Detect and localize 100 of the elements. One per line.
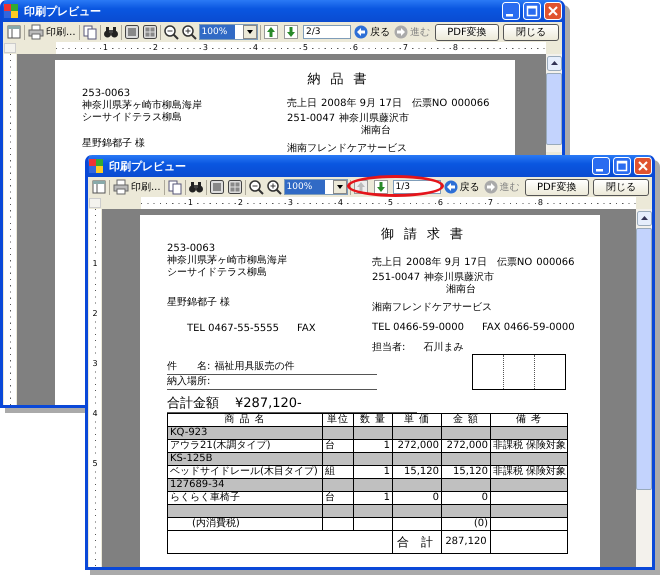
four-pages-icon[interactable] <box>226 179 243 195</box>
zoom-in-icon[interactable] <box>180 24 197 40</box>
address-line: 神奈川県茅ヶ崎市柳島海岸 <box>82 100 203 112</box>
page-setup-icon[interactable] <box>6 24 22 40</box>
table-cell: (内消費税) <box>168 518 322 530</box>
company-name: 湘南フレンドケアサービス <box>287 143 408 155</box>
back-button[interactable]: 戻る <box>353 25 391 39</box>
left-arrow-icon <box>444 180 458 194</box>
page-down-icon[interactable] <box>372 179 389 195</box>
maximize-icon[interactable] <box>523 2 541 20</box>
phone-number: TEL 0466-59-0000 <box>372 322 464 334</box>
customer-name: 星野錦都子 様 <box>82 138 146 150</box>
table-cell: KQ-923 <box>168 426 322 440</box>
slip-number-label: 伝票NO <box>412 98 448 110</box>
page-up-icon[interactable] <box>263 24 279 40</box>
postal-code: 253-0063 <box>82 88 132 100</box>
scroll-up-icon[interactable] <box>546 56 562 71</box>
pdf-convert-button[interactable]: PDF変換 <box>524 178 589 196</box>
address-line: シーサイドテラス柳島 <box>167 267 268 279</box>
close-icon[interactable] <box>544 2 562 20</box>
scrollbar-thumb[interactable] <box>636 228 652 490</box>
close-icon[interactable] <box>634 157 652 175</box>
scroll-up-icon[interactable] <box>636 211 652 226</box>
address-line: 湘南台 <box>446 284 476 296</box>
single-page-icon[interactable] <box>208 179 225 195</box>
subject-label: 件 名: <box>167 361 210 373</box>
single-page-icon[interactable] <box>124 24 140 40</box>
table-cell: (0) <box>442 518 490 530</box>
scrollbar-thumb[interactable] <box>546 73 562 145</box>
slip-number: 000066 <box>451 98 490 110</box>
back-button[interactable]: 戻る <box>442 180 481 194</box>
ruler: 1 2 3 4 5 6 7 8 <box>141 197 636 209</box>
address-line: 神奈川県藤沢市 <box>339 113 410 124</box>
address-line: 神奈川県藤沢市 <box>424 272 494 284</box>
app-icon <box>4 4 18 18</box>
subject-text: 福祉用具販売の件 <box>214 361 294 373</box>
binoculars-icon[interactable] <box>102 24 119 40</box>
table-cell: アウラ21(木調タイプ) <box>168 440 322 452</box>
company-name: 湘南フレンドケアサービス <box>372 302 493 314</box>
address-line: シーサイドテラス柳島 <box>82 112 183 124</box>
slip-number-label: 伝票NO <box>496 257 532 269</box>
document-title: 納 品 書 <box>307 72 370 88</box>
window-title: 印刷プレビュー <box>24 4 101 18</box>
printer-icon <box>28 24 44 40</box>
scrollbar[interactable] <box>636 209 652 567</box>
slip-number: 000066 <box>536 257 574 269</box>
table-cell: らくらく車椅子 <box>168 492 322 504</box>
address-line: 神奈川県茅ヶ崎市柳島海岸 <box>167 255 288 266</box>
sales-date: 2008年 9月 17日 <box>321 98 402 110</box>
staff-label: 担当者: <box>372 342 406 354</box>
vertical-ruler: 1 2 3 4 5 <box>89 209 101 567</box>
zoom-dropdown[interactable]: 100% <box>198 24 258 40</box>
postal-code: 251-0047 <box>287 113 336 126</box>
right-arrow-icon <box>394 25 408 39</box>
postal-code: 251-0047 <box>372 272 420 285</box>
table-cell: 合 計 <box>392 530 442 554</box>
postal-code: 253-0063 <box>167 243 216 254</box>
table-cell: 127689-34 <box>168 478 322 492</box>
maximize-icon[interactable] <box>613 157 631 175</box>
fax-number: FAX <box>297 323 316 335</box>
zoom-out-icon[interactable] <box>162 24 179 40</box>
phone-number: TEL 0467-55-5555 <box>187 323 280 335</box>
date-label: 売上日 <box>372 257 402 269</box>
fax-number: FAX 0466-59-0000 <box>482 322 575 334</box>
copy-icon[interactable] <box>82 24 98 40</box>
table-cell: ベッドサイドレール(木目タイプ) <box>168 466 322 478</box>
copy-icon[interactable] <box>166 179 183 195</box>
ruler: 1 2 3 4 5 6 7 8 <box>56 42 546 54</box>
page-down-icon[interactable] <box>283 24 299 40</box>
window-title: 印刷プレビュー <box>109 158 186 174</box>
minimize-icon[interactable] <box>592 157 610 175</box>
column-header: 備 考 <box>490 414 568 426</box>
right-arrow-icon <box>484 180 498 194</box>
zoom-in-icon[interactable] <box>266 179 282 195</box>
page-number-field[interactable]: 2/3 <box>303 25 351 39</box>
print-button[interactable]: 印刷... <box>27 24 77 40</box>
zoom-out-icon[interactable] <box>248 179 264 195</box>
print-button[interactable]: 印刷... <box>112 179 162 195</box>
delivery-place-label: 納入場所: <box>167 376 210 388</box>
table-cell: KS-125B <box>168 452 322 466</box>
table-cell: 287,120 <box>442 530 490 554</box>
page-setup-icon[interactable] <box>91 179 107 195</box>
total-label: 合計金額 <box>167 396 219 412</box>
customer-name: 星野錦都子 様 <box>167 297 232 309</box>
ruler-corner <box>89 198 101 208</box>
minimize-icon[interactable] <box>502 2 520 20</box>
binoculars-icon[interactable] <box>188 179 204 195</box>
document-title: 御 請 求 書 <box>380 227 466 243</box>
date-label: 売上日 <box>287 98 317 110</box>
pdf-convert-button[interactable]: PDF変換 <box>435 24 499 40</box>
zoom-dropdown[interactable]: 100% <box>284 179 348 195</box>
printer-icon <box>113 179 129 195</box>
left-arrow-icon <box>354 25 368 39</box>
four-pages-icon[interactable] <box>142 24 158 40</box>
scrollbar[interactable] <box>546 54 562 152</box>
page-number-field[interactable]: 1/3 <box>392 180 441 194</box>
close-button[interactable]: 閉じる <box>593 178 650 196</box>
total-amount: ¥287,120- <box>235 396 302 412</box>
close-button[interactable]: 閉じる <box>503 24 559 40</box>
staff-name: 石川まみ <box>423 342 464 354</box>
